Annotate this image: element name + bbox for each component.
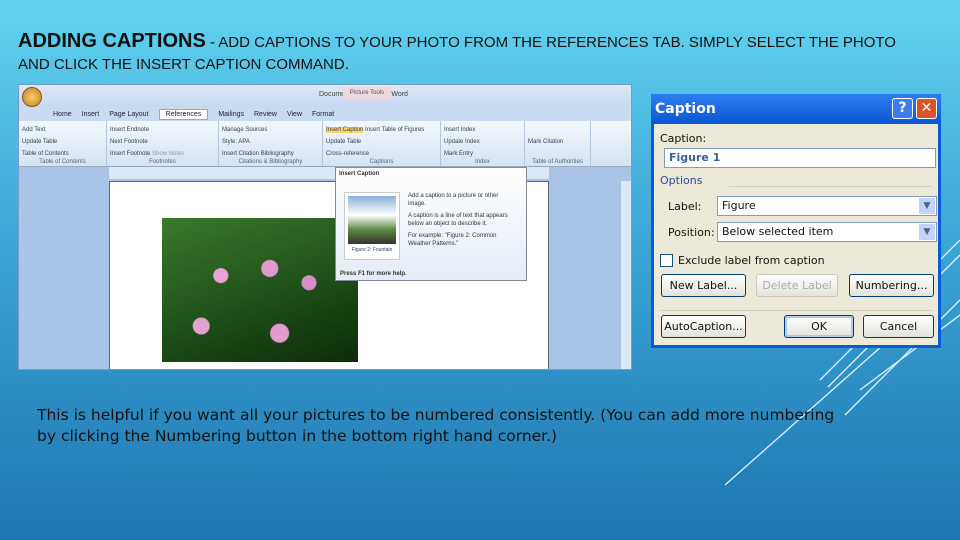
group-label: Footnotes	[149, 159, 176, 165]
next-footnote-button[interactable]: Next Footnote	[110, 136, 215, 148]
tooltip-text: For example: "Figure 2: Common Weather P…	[408, 233, 497, 247]
cancel-button[interactable]: Cancel	[863, 315, 934, 338]
tab-home[interactable]: Home	[53, 111, 72, 118]
tab-page-layout[interactable]: Page Layout	[109, 111, 148, 118]
update-index-button[interactable]: Update Index	[444, 136, 521, 148]
chevron-down-icon: ▼	[919, 224, 935, 240]
add-text-button[interactable]: Add Text	[22, 124, 103, 136]
tooltip-help: Press F1 for more help.	[340, 271, 407, 277]
insert-endnote-button[interactable]: Insert Endnote	[110, 124, 215, 136]
insert-footnote-button[interactable]: Insert Footnote	[110, 151, 150, 157]
group-label: Table of Authorities	[532, 159, 583, 165]
tab-view[interactable]: View	[287, 111, 302, 118]
group-index: Insert Index Update Index Mark Entry Ind…	[441, 121, 525, 166]
label-label: Label:	[668, 200, 702, 213]
caption-label: Caption:	[660, 132, 707, 145]
tooltip-text: Add a caption to a picture or other imag…	[408, 193, 499, 207]
position-label: Position:	[668, 226, 715, 239]
dialog-title-bar: Caption ? ✕	[651, 94, 941, 124]
group-citations: Manage Sources Style: APA Insert Citatio…	[219, 121, 323, 166]
insert-caption-button[interactable]: Insert Caption	[326, 127, 364, 133]
autocaption-button[interactable]: AutoCaption...	[661, 315, 746, 338]
office-button[interactable]	[22, 87, 42, 107]
ok-button[interactable]: OK	[784, 315, 854, 338]
group-toc: Add Text Update Table Table of Contents …	[19, 121, 107, 166]
caption-input[interactable]: Figure 1	[664, 148, 936, 168]
help-icon[interactable]: ?	[892, 98, 913, 119]
options-label: Options	[660, 174, 703, 187]
tab-review[interactable]: Review	[254, 111, 277, 118]
divider	[729, 186, 932, 187]
update-table-figures-button[interactable]: Update Table	[326, 136, 437, 148]
group-captions: Insert Caption Insert Table of Figures U…	[323, 121, 441, 166]
tooltip-title: Insert Caption	[339, 171, 380, 177]
group-label: Table of Contents	[39, 159, 86, 165]
label-value: Figure	[722, 199, 756, 212]
dialog-title: Caption	[655, 101, 716, 117]
style-select[interactable]: Style: APA	[222, 136, 319, 148]
tab-insert[interactable]: Insert	[82, 111, 100, 118]
group-label: Citations & Bibliography	[238, 159, 303, 165]
vertical-scrollbar[interactable]	[621, 181, 631, 369]
position-value: Below selected item	[722, 225, 834, 238]
show-notes-button[interactable]: Show Notes	[152, 151, 184, 157]
tab-format[interactable]: Format	[312, 111, 334, 118]
numbering-button[interactable]: Numbering...	[849, 274, 934, 297]
close-icon[interactable]: ✕	[916, 98, 937, 119]
delete-label-button[interactable]: Delete Label	[756, 274, 838, 297]
group-label: Captions	[369, 159, 394, 165]
label-select[interactable]: Figure ▼	[717, 196, 937, 216]
chevron-down-icon: ▼	[919, 198, 935, 214]
tab-mailings[interactable]: Mailings	[218, 111, 244, 118]
bibliography-button[interactable]: Bibliography	[261, 151, 294, 157]
insert-citation-button[interactable]: Insert Citation	[222, 151, 259, 157]
group-label: Index	[475, 159, 490, 165]
exclude-label-text: Exclude label from caption	[678, 254, 825, 267]
slide-body-text: This is helpful if you want all your pic…	[37, 406, 835, 445]
ribbon: Add Text Update Table Table of Contents …	[19, 121, 631, 167]
mark-citation-button[interactable]: Mark Citation	[528, 136, 587, 148]
ribbon-tabs: Home Insert Page Layout References Maili…	[19, 107, 631, 121]
new-label-button[interactable]: New Label...	[661, 274, 746, 297]
water-lily-photo[interactable]	[162, 218, 358, 362]
insert-table-of-figures-button[interactable]: Insert Table of Figures	[365, 127, 424, 133]
divider	[660, 310, 932, 311]
tab-references[interactable]: References	[158, 108, 209, 120]
caption-dialog: Caption ? ✕ Caption: Figure 1 Options La…	[651, 94, 941, 348]
insert-index-button[interactable]: Insert Index	[444, 124, 521, 136]
fountain-image: Figure 2: Fountain	[344, 192, 400, 260]
exclude-label-checkbox[interactable]	[660, 254, 673, 267]
group-authorities: Mark Citation Table of Authorities	[525, 121, 591, 166]
title-bar: Document1 - Microsoft Word Picture Tools	[19, 85, 631, 107]
insert-caption-tooltip: Insert Caption Figure 2: Fountain Add a …	[335, 167, 527, 281]
tooltip-image-caption: Figure 2: Fountain	[351, 247, 393, 253]
picture-tools-label: Picture Tools	[343, 87, 391, 99]
position-select[interactable]: Below selected item ▼	[717, 222, 937, 242]
update-table-button[interactable]: Update Table	[22, 136, 103, 148]
tooltip-text: A caption is a line of text that appears…	[408, 213, 508, 227]
slide-title: ADDING CAPTIONS - ADD CAPTIONS TO YOUR P…	[18, 30, 896, 73]
group-footnotes: Insert Endnote Next Footnote Insert Foot…	[107, 121, 219, 166]
manage-sources-button[interactable]: Manage Sources	[222, 124, 319, 136]
word-screenshot: Document1 - Microsoft Word Picture Tools…	[18, 84, 632, 370]
